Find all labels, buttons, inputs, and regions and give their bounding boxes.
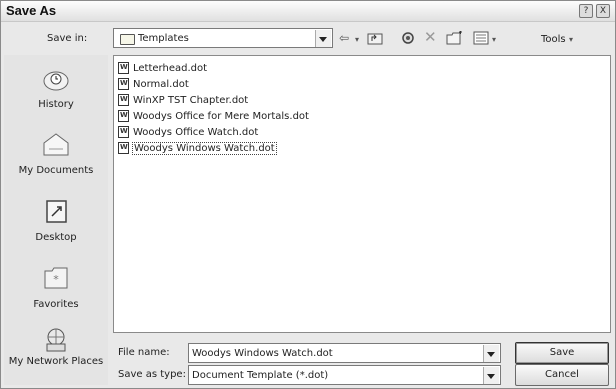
place-my-documents[interactable]: My Documents: [4, 131, 108, 185]
back-icon[interactable]: ⇦: [339, 31, 349, 45]
places-bar: History My Documents Desktop * Favorites…: [4, 55, 108, 385]
cancel-button[interactable]: Cancel: [515, 364, 609, 386]
file-name: WinXP TST Chapter.dot: [133, 95, 249, 106]
word-template-icon: [118, 142, 129, 154]
place-label: History: [38, 99, 74, 110]
file-name-value: Woodys Windows Watch.dot: [192, 348, 333, 359]
file-name: Woodys Office for Mere Mortals.dot: [133, 111, 309, 122]
dropdown-arrow-icon[interactable]: [315, 30, 331, 47]
network-places-icon: [41, 326, 71, 354]
folder-icon: [120, 34, 135, 45]
save-in-dropdown[interactable]: Templates: [113, 28, 333, 48]
place-label: Favorites: [33, 299, 79, 310]
dropdown-arrow-icon[interactable]: [483, 367, 499, 384]
place-favorites[interactable]: * Favorites: [4, 263, 108, 317]
save-in-value: Templates: [138, 33, 189, 44]
views-icon[interactable]: [473, 31, 489, 48]
my-documents-icon: [41, 131, 71, 159]
word-template-icon: [118, 62, 129, 74]
new-folder-icon[interactable]: [446, 31, 464, 49]
word-template-icon: [118, 126, 129, 138]
file-list[interactable]: Letterhead.dot Normal.dot WinXP TST Chap…: [113, 55, 611, 333]
svg-text:*: *: [53, 273, 59, 286]
tools-dropdown-icon[interactable]: ▾: [569, 35, 573, 44]
favorites-icon: *: [41, 263, 71, 291]
place-network[interactable]: My Network Places: [4, 326, 108, 384]
tools-menu[interactable]: Tools: [541, 34, 566, 45]
save-as-dialog: Save As ? X Save in: Templates ⇦ ▾ ✕ ▾ T…: [0, 0, 616, 389]
save-as-type-dropdown[interactable]: Document Template (*.dot): [188, 365, 501, 385]
file-name: Letterhead.dot: [133, 63, 208, 74]
save-in-label: Save in:: [47, 33, 88, 44]
file-name: Woodys Office Watch.dot: [133, 127, 259, 138]
word-template-icon: [118, 94, 129, 106]
views-dropdown-icon[interactable]: ▾: [492, 35, 496, 44]
file-name: Woodys Windows Watch.dot: [132, 142, 277, 155]
file-name: Normal.dot: [133, 79, 189, 90]
desktop-icon: [41, 198, 71, 226]
delete-icon[interactable]: ✕: [424, 28, 437, 46]
file-name-label: File name:: [118, 347, 170, 358]
place-label: My Documents: [18, 165, 94, 176]
save-as-type-value: Document Template (*.dot): [192, 370, 329, 381]
history-icon: [41, 65, 71, 93]
help-button[interactable]: ?: [579, 4, 593, 18]
title-bar[interactable]: Save As ? X: [1, 1, 615, 22]
close-button[interactable]: X: [596, 4, 610, 18]
word-template-icon: [118, 78, 129, 90]
place-label: My Network Places: [8, 356, 104, 367]
back-dropdown-icon[interactable]: ▾: [355, 35, 359, 44]
place-history[interactable]: History: [4, 65, 108, 119]
window-title: Save As: [6, 3, 57, 18]
place-label: Desktop: [35, 232, 77, 243]
search-web-icon[interactable]: [401, 31, 417, 50]
save-button[interactable]: Save: [515, 342, 609, 364]
word-template-icon: [118, 110, 129, 122]
up-folder-icon[interactable]: [367, 31, 383, 48]
file-name-field[interactable]: Woodys Windows Watch.dot: [188, 343, 501, 363]
place-desktop[interactable]: Desktop: [4, 198, 108, 252]
dropdown-arrow-icon[interactable]: [483, 345, 499, 362]
save-as-type-label: Save as type:: [118, 369, 186, 380]
